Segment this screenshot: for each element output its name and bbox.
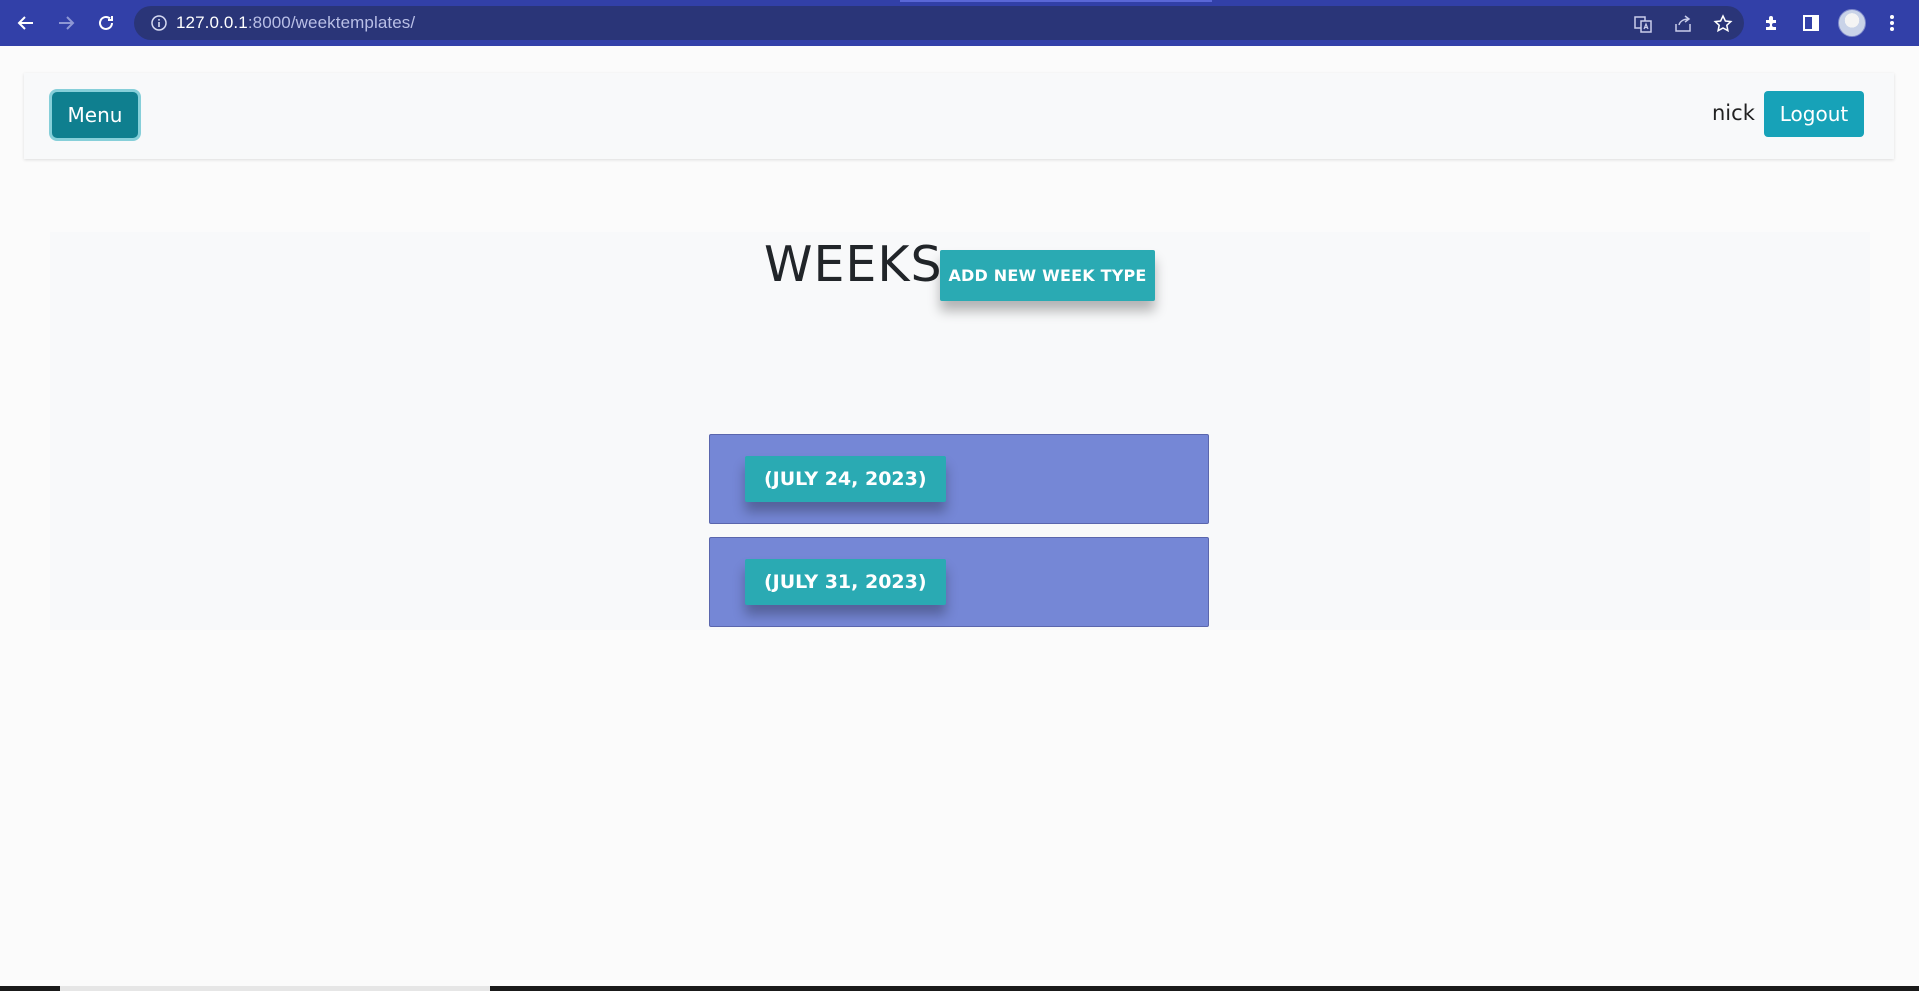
tab-indicator bbox=[900, 0, 1212, 2]
app-navbar: Menu nick Logout bbox=[24, 73, 1894, 159]
arrow-left-icon bbox=[17, 16, 33, 30]
reload-icon bbox=[99, 15, 113, 30]
week-card: (JULY 24, 2023) bbox=[709, 434, 1209, 524]
site-info-icon[interactable] bbox=[150, 14, 168, 32]
address-bar[interactable]: 127.0.0.1:8000/weektemplates/ bbox=[134, 6, 1744, 40]
extensions-icon[interactable] bbox=[1759, 10, 1785, 36]
back-button[interactable] bbox=[11, 8, 41, 38]
username-label: nick bbox=[1712, 101, 1755, 125]
share-icon[interactable] bbox=[1672, 13, 1694, 35]
browser-menu-icon[interactable] bbox=[1879, 10, 1905, 36]
scroll-segment bbox=[60, 986, 490, 991]
url-host: 127.0.0.1 bbox=[176, 13, 248, 32]
url-path: :8000/weektemplates/ bbox=[247, 13, 416, 32]
week-button[interactable]: (JULY 31, 2023) bbox=[745, 559, 946, 605]
page-title: WEEKS bbox=[764, 236, 943, 293]
arrow-right-icon bbox=[59, 16, 75, 30]
week-button[interactable]: (JULY 24, 2023) bbox=[745, 456, 946, 502]
add-week-type-button[interactable]: ADD NEW WEEK TYPE bbox=[940, 250, 1155, 301]
forward-button[interactable] bbox=[51, 8, 81, 38]
bookmark-star-icon[interactable] bbox=[1712, 13, 1734, 35]
bottom-strip bbox=[0, 986, 1919, 991]
side-panel-icon[interactable] bbox=[1798, 10, 1824, 36]
logout-button[interactable]: Logout bbox=[1764, 91, 1864, 137]
menu-button[interactable]: Menu bbox=[52, 92, 138, 138]
translate-icon[interactable] bbox=[1632, 13, 1654, 35]
profile-avatar[interactable] bbox=[1838, 9, 1866, 37]
reload-button[interactable] bbox=[91, 8, 121, 38]
browser-toolbar: 127.0.0.1:8000/weektemplates/ bbox=[0, 0, 1919, 46]
week-card: (JULY 31, 2023) bbox=[709, 537, 1209, 627]
url-text[interactable]: 127.0.0.1:8000/weektemplates/ bbox=[176, 13, 415, 33]
